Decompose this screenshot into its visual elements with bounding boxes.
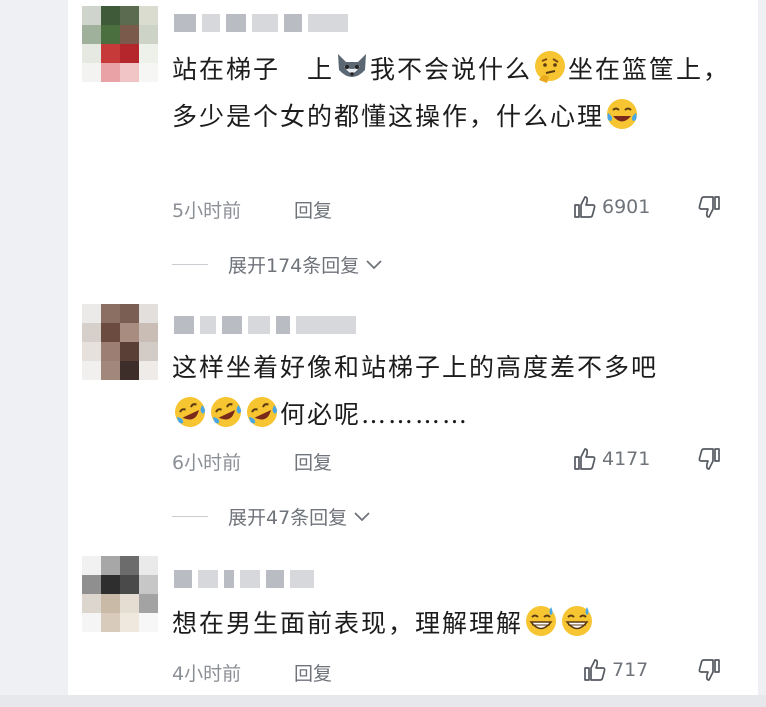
thinking-face-emoji (533, 50, 567, 84)
like-count: 717 (612, 659, 649, 681)
avatar[interactable] (82, 304, 158, 380)
comment-text: 想在男生面前表现，理解理解 (172, 600, 732, 647)
dislike-button[interactable] (696, 657, 722, 688)
expand-replies-label: 展开47条回复 (228, 506, 348, 529)
divider (172, 515, 208, 517)
comment-meta: 5小时前 回复 6901 (172, 194, 732, 224)
thumbs-down-icon (698, 659, 720, 681)
username-blurred[interactable] (174, 570, 314, 588)
username-blurred[interactable] (174, 14, 348, 32)
expand-replies-button[interactable]: 展开47条回复 (172, 501, 373, 531)
grinning-sweat-emoji (524, 604, 558, 638)
dislike-button[interactable] (696, 194, 722, 225)
thumbs-down-icon (698, 448, 720, 470)
timestamp: 6小时前 (172, 452, 242, 474)
wolf-face-emoji (335, 50, 369, 84)
thumbs-up-icon (584, 659, 606, 681)
like-button[interactable]: 717 (582, 657, 648, 683)
chevron-down-icon (366, 260, 382, 270)
like-count: 4171 (602, 448, 651, 470)
avatar[interactable] (82, 6, 158, 82)
bottom-edge (0, 695, 766, 707)
chevron-down-icon (354, 512, 370, 522)
comment-text: 站在梯子 上 我不会说什么 坐在篮筐上，多少是个女的都懂这操作，什么心理 (172, 46, 732, 140)
avatar[interactable] (82, 556, 158, 632)
grinning-sweat-emoji (560, 604, 594, 638)
like-count: 6901 (602, 196, 651, 218)
thumbs-down-icon (698, 196, 720, 218)
thumbs-up-icon (574, 448, 596, 470)
rofl-emoji (245, 395, 279, 429)
reply-button[interactable]: 回复 (294, 659, 332, 686)
timestamp: 4小时前 (172, 663, 242, 685)
tears-of-joy-emoji (605, 97, 639, 131)
reply-button[interactable]: 回复 (294, 448, 332, 475)
dislike-button[interactable] (696, 446, 722, 477)
divider (172, 263, 208, 265)
rofl-emoji (173, 395, 207, 429)
comment-meta: 6小时前 回复 4171 (172, 446, 732, 476)
rofl-emoji (209, 395, 243, 429)
like-button[interactable]: 6901 (572, 194, 650, 220)
thumbs-up-icon (574, 196, 596, 218)
username-blurred[interactable] (174, 316, 356, 334)
timestamp: 5小时前 (172, 200, 242, 222)
reply-button[interactable]: 回复 (294, 196, 332, 223)
expand-replies-label: 展开174条回复 (228, 254, 360, 277)
comment-meta: 4小时前 回复 717 (172, 657, 732, 687)
comment-text: 这样坐着好像和站梯子上的高度差不多吧 何必呢………… (172, 344, 732, 438)
like-button[interactable]: 4171 (572, 446, 650, 472)
expand-replies-button[interactable]: 展开174条回复 (172, 249, 385, 279)
comment-list: 站在梯子 上 我不会说什么 坐在篮筐上，多少是个女的都懂这操作，什么心理 5小时… (68, 0, 758, 707)
